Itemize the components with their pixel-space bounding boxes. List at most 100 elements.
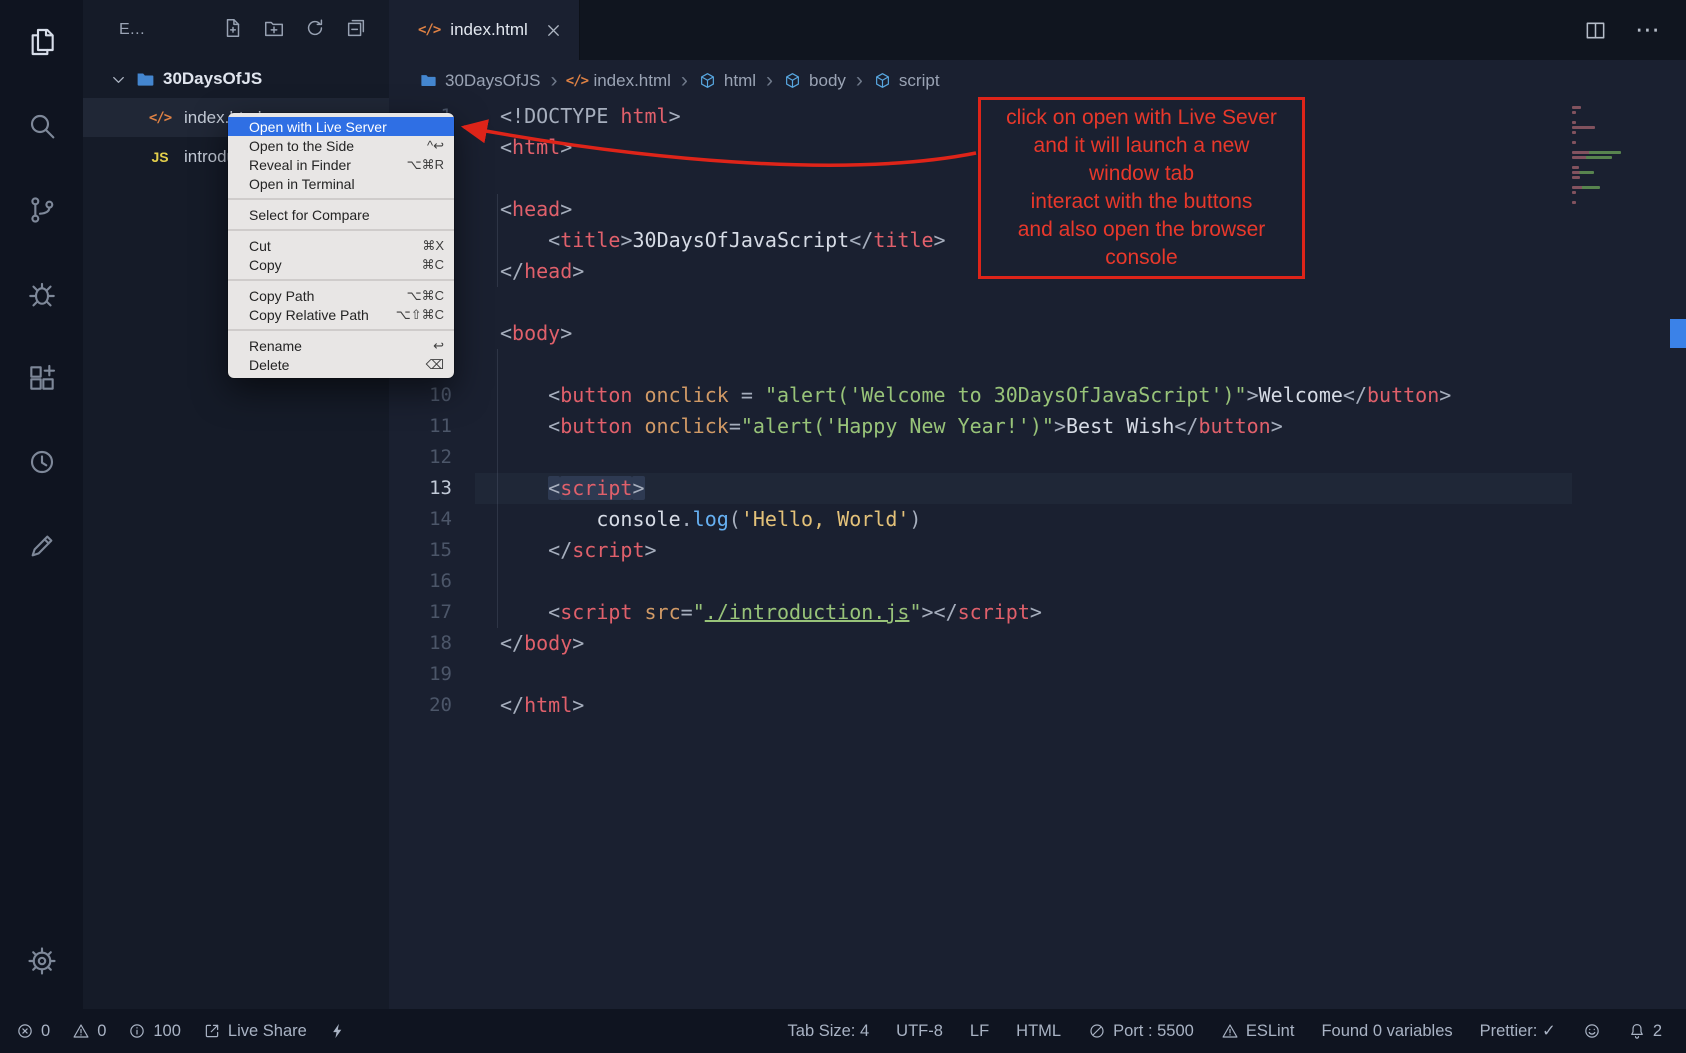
status-label: Port : 5500 [1113,1022,1194,1041]
code-token: </ [1343,383,1367,407]
code-line[interactable]: 14 console.log('Hello, World') [389,504,1686,535]
activity-source-control-button[interactable] [0,168,83,252]
code-text: <body> [475,318,1572,349]
folder-icon [419,71,438,90]
close-icon[interactable] [544,21,563,40]
activity-run-debug-button[interactable] [0,252,83,336]
menu-item-open-with-live-server[interactable]: Open with Live Server [228,117,454,136]
line-number[interactable]: 13 [389,473,475,504]
menu-item-label: Copy Path [249,288,314,304]
code-token: . [681,507,693,531]
explorer-toolbar [222,17,367,44]
status-smiley[interactable] [1583,1022,1601,1040]
status-bolt[interactable] [329,1022,347,1040]
line-number[interactable]: 20 [389,690,475,721]
menu-item-copy-path[interactable]: Copy Path⌥⌘C [228,286,454,305]
line-number[interactable]: 15 [389,535,475,566]
scrollbar-indicator[interactable] [1670,319,1686,348]
new-file-button[interactable] [222,17,244,44]
status-found-0-variables[interactable]: Found 0 variables [1321,1022,1452,1041]
code-line[interactable]: 19 [389,659,1686,690]
menu-item-rename[interactable]: Rename↩ [228,336,454,355]
breadcrumb-index-html[interactable]: </>index.html [567,71,670,91]
breadcrumb-30daysofjs[interactable]: 30DaysOfJS [419,71,540,91]
menu-item-open-to-the-side[interactable]: Open to the Side^↩ [228,136,454,155]
activity-history-button[interactable] [0,420,83,504]
code-token: > [1054,414,1066,438]
line-number[interactable]: 10 [389,380,475,411]
menu-item-delete[interactable]: Delete⌫ [228,355,454,374]
indent-guide [497,194,498,287]
tab-index-html[interactable]: </> index.html [389,0,580,60]
status-label: Tab Size: 4 [788,1022,870,1041]
code-line[interactable]: 12 [389,442,1686,473]
explorer-icon [26,26,58,58]
status-port-5500[interactable]: Port : 5500 [1088,1022,1194,1041]
breadcrumb-html[interactable]: html [698,71,756,91]
code-line[interactable]: 20</html> [389,690,1686,721]
code-line[interactable]: 10 <button onclick = "alert('Welcome to … [389,380,1686,411]
tree-root-folder[interactable]: 30DaysOfJS [83,60,389,98]
code-token: console [500,507,681,531]
code-line[interactable]: 8<body> [389,318,1686,349]
breadcrumb-script[interactable]: script [873,71,940,91]
code-line[interactable]: 9 [389,349,1686,380]
status-tab-size-4[interactable]: Tab Size: 4 [788,1022,870,1041]
activity-feedback-button[interactable] [0,504,83,588]
code-line[interactable]: 15 </script> [389,535,1686,566]
scrollbar[interactable] [1670,101,1686,1009]
status-100[interactable]: 100 [128,1022,181,1041]
menu-item-label: Open to the Side [249,138,354,154]
menu-item-label: Delete [249,357,289,373]
activity-explorer-button[interactable] [0,0,83,84]
split-editor-icon[interactable] [1584,19,1607,42]
code-line[interactable]: 16 [389,566,1686,597]
status-prettier[interactable]: Prettier: ✓ [1480,1021,1556,1041]
activity-search-button[interactable] [0,84,83,168]
code-line[interactable]: 13 <script> [389,473,1686,504]
code-line[interactable]: 11 <button onclick="alert('Happy New Yea… [389,411,1686,442]
code-line[interactable]: 7 [389,287,1686,318]
status-utf-8[interactable]: UTF-8 [896,1022,943,1041]
annotation-line: click on open with Live Sever [981,104,1302,132]
line-number[interactable]: 14 [389,504,475,535]
line-number[interactable]: 19 [389,659,475,690]
status-0[interactable]: 0 [16,1022,50,1041]
menu-item-cut[interactable]: Cut⌘X [228,236,454,255]
activity-settings-button[interactable] [0,929,83,993]
line-number[interactable]: 17 [389,597,475,628]
status-lf[interactable]: LF [970,1022,989,1041]
minimap[interactable] [1572,104,1669,206]
breadcrumb-separator: › [550,69,557,93]
menu-separator [228,329,454,331]
code-line[interactable]: 17 <script src="./introduction.js"></scr… [389,597,1686,628]
menu-item-copy-relative-path[interactable]: Copy Relative Path⌥⇧⌘C [228,305,454,324]
line-number[interactable]: 12 [389,442,475,473]
more-actions-icon[interactable]: ⋯ [1635,18,1660,43]
new-folder-button[interactable] [263,17,285,44]
menu-item-label: Rename [249,338,302,354]
menu-item-reveal-in-finder[interactable]: Reveal in Finder⌥⌘R [228,155,454,174]
line-number[interactable]: 11 [389,411,475,442]
code-token: < [500,197,512,221]
menu-item-open-in-terminal[interactable]: Open in Terminal [228,174,454,193]
status-2[interactable]: 2 [1628,1022,1662,1041]
activity-extensions-button[interactable] [0,336,83,420]
menu-item-copy[interactable]: Copy⌘C [228,255,454,274]
minimap-line [1572,136,1669,139]
code-token: < [500,135,512,159]
code-line[interactable]: 18</body> [389,628,1686,659]
status-html[interactable]: HTML [1016,1022,1061,1041]
menu-item-select-for-compare[interactable]: Select for Compare [228,205,454,224]
line-number[interactable]: 18 [389,628,475,659]
minimap-line [1572,171,1594,174]
refresh-button[interactable] [304,17,326,44]
status-0[interactable]: 0 [72,1022,106,1041]
breadcrumb-body[interactable]: body [783,71,846,91]
code-token: Best Wish [1066,414,1174,438]
status-eslint[interactable]: ESLint [1221,1022,1295,1041]
status-live-share[interactable]: Live Share [203,1022,307,1041]
collapse-all-button[interactable] [345,17,367,44]
status-label: 2 [1653,1022,1662,1041]
line-number[interactable]: 16 [389,566,475,597]
